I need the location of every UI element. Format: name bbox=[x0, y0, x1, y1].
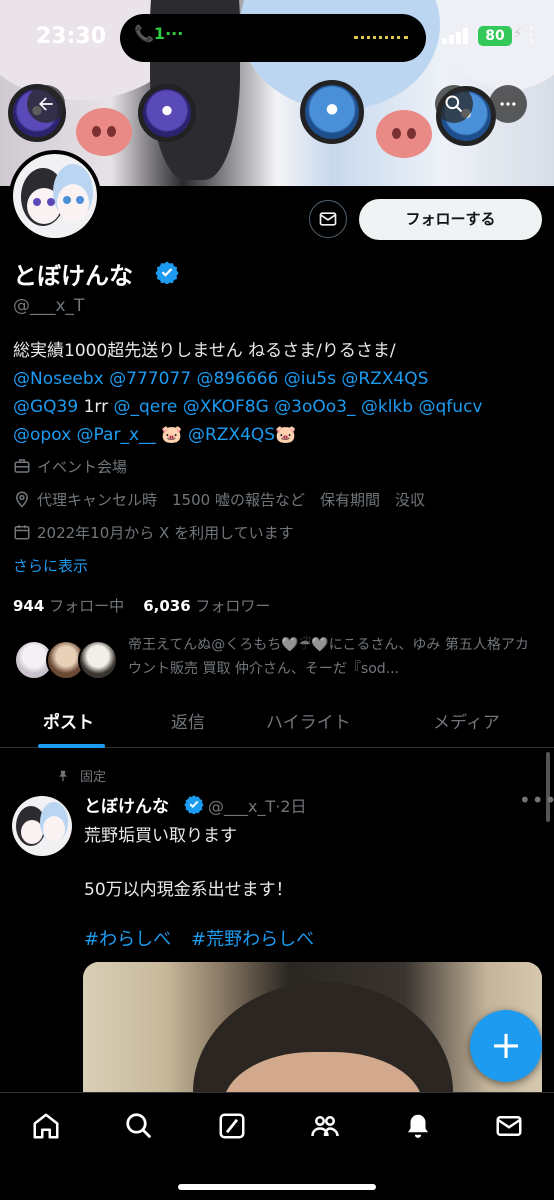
bio-mention-link[interactable]: @777077 bbox=[109, 369, 191, 389]
pig-emoji: 🐷 bbox=[275, 425, 297, 445]
profile-handle: @___x_T bbox=[13, 296, 85, 316]
compose-button[interactable]: + bbox=[470, 1010, 542, 1082]
post-author-meta: @___x_T·2日 bbox=[208, 797, 307, 816]
bio-mention-link[interactable]: @qfucv bbox=[419, 397, 483, 417]
bio-mention-link[interactable]: @opox bbox=[13, 425, 71, 445]
call-indicator: 📞1··· bbox=[134, 24, 184, 43]
avatar-face-skin bbox=[57, 184, 89, 222]
bio-mention-link[interactable]: @RZX4QS bbox=[341, 369, 428, 389]
pig-nose-icon bbox=[376, 110, 432, 158]
banner-eye bbox=[138, 84, 196, 142]
active-tab-indicator bbox=[38, 744, 105, 748]
bio-line: @Noseebx @777077 @896666 @iu5s @RZX4QS bbox=[13, 365, 548, 393]
home-indicator[interactable] bbox=[178, 1184, 376, 1190]
post-author-avatar[interactable] bbox=[12, 796, 72, 856]
profile-location: 代理キャンセル時 1500 嘘の報告など 保有期間 没収 bbox=[13, 489, 425, 510]
battery-indicator: 80 bbox=[478, 26, 512, 46]
pig-emoji: 🐷 bbox=[161, 425, 183, 445]
tab-media[interactable]: メディア bbox=[433, 708, 500, 733]
followers-link[interactable]: 6,036 フォロワー bbox=[143, 597, 270, 615]
home-icon[interactable] bbox=[31, 1111, 61, 1141]
profile-bio: 総実績1000超先送りしません ねるさま/りるさま/ @Noseebx @777… bbox=[13, 337, 548, 449]
briefcase-icon bbox=[14, 459, 30, 473]
post-author-name[interactable]: とぼけんな bbox=[84, 792, 169, 817]
mail-icon[interactable] bbox=[494, 1111, 524, 1141]
plus-icon: + bbox=[490, 1023, 522, 1067]
more-horizontal-icon bbox=[500, 102, 516, 106]
bio-mention-link[interactable]: @896666 bbox=[196, 369, 278, 389]
mail-icon bbox=[319, 212, 337, 226]
bio-line: @GQ39 1rr @_qere @XKOF8G @3oOo3_ @klkb @… bbox=[13, 393, 548, 421]
audio-wave-icon bbox=[354, 36, 408, 40]
pin-icon bbox=[58, 770, 68, 782]
dynamic-island[interactable]: 📞1··· bbox=[120, 14, 426, 62]
verified-badge-icon bbox=[184, 795, 204, 814]
bio-line: 総実績1000超先送りしません ねるさま/りるさま/ bbox=[13, 341, 396, 361]
communities-icon[interactable] bbox=[310, 1111, 340, 1141]
bio-mention-link[interactable]: @3oOo3_ bbox=[274, 397, 355, 417]
pinned-label: 固定 bbox=[56, 766, 106, 785]
search-icon bbox=[445, 95, 463, 113]
hashtag-link[interactable]: #荒野わらしべ bbox=[191, 925, 314, 951]
tab-replies[interactable]: 返信 bbox=[171, 708, 205, 733]
status-time: 23:30 bbox=[36, 24, 107, 49]
followed-by-text[interactable]: 帝王えてんぬ@くろもち🩶☔🩶にこるさん、ゆみ 第五人格アカウント販売 買取 仲介… bbox=[128, 633, 540, 681]
location-pin-icon bbox=[15, 491, 29, 508]
profile-joined: 2022年10月から X を利用しています bbox=[13, 522, 294, 543]
search-icon[interactable] bbox=[124, 1111, 154, 1141]
status-bar: 23:30 📞1··· 80 ⚡ ⋮ bbox=[0, 0, 554, 70]
tab-posts[interactable]: ポスト bbox=[43, 708, 94, 733]
post-text-line: 50万以内現金系出せます！ bbox=[84, 880, 293, 900]
bio-mention-link[interactable]: @GQ39 bbox=[13, 397, 78, 417]
bio-mention-link[interactable]: @XKOF8G bbox=[183, 397, 269, 417]
message-button[interactable] bbox=[309, 200, 347, 238]
show-more-link[interactable]: さらに表示 bbox=[13, 555, 88, 576]
profile-category: イベント会場 bbox=[13, 456, 127, 477]
back-button[interactable] bbox=[27, 85, 65, 123]
wifi-icon: ⋮ bbox=[522, 24, 540, 45]
following-link[interactable]: 944 フォロー中 bbox=[13, 597, 124, 615]
pig-nose-icon bbox=[76, 108, 132, 156]
profile-tabs: ポスト 返信 ハイライト メディア bbox=[0, 700, 554, 748]
bio-mention-link[interactable]: @iu5s bbox=[284, 369, 336, 389]
post-more-icon[interactable]: ••• bbox=[519, 788, 554, 812]
hashtag-link[interactable]: #わらしべ bbox=[84, 925, 171, 951]
bio-mention-link[interactable]: @Noseebx bbox=[13, 369, 104, 389]
profile-display-name: とぼけんな bbox=[13, 262, 133, 290]
calendar-icon bbox=[14, 525, 30, 540]
bio-text: 1rr bbox=[83, 397, 109, 417]
bio-mention-link[interactable]: @klkb bbox=[361, 397, 413, 417]
profile-avatar[interactable] bbox=[9, 150, 101, 242]
banner-eye bbox=[300, 80, 364, 144]
follow-stats: 944 フォロー中 6,036 フォロワー bbox=[13, 595, 270, 616]
search-button[interactable] bbox=[435, 85, 473, 123]
arrow-left-icon bbox=[39, 97, 53, 111]
more-button[interactable] bbox=[489, 85, 527, 123]
bio-mention-link[interactable]: @RZX4QS bbox=[188, 425, 275, 445]
avatar bbox=[78, 640, 118, 680]
followed-by-avatars[interactable] bbox=[14, 638, 118, 682]
verified-badge-icon bbox=[155, 261, 179, 284]
post-text-line: 荒野垢買い取ります bbox=[84, 826, 237, 846]
bell-icon[interactable] bbox=[403, 1111, 433, 1141]
tab-highlights[interactable]: ハイライト bbox=[266, 708, 351, 733]
bio-mention-link[interactable]: @_qere bbox=[114, 397, 178, 417]
grok-icon[interactable] bbox=[217, 1111, 247, 1141]
bio-line: @opox @Par_x__ 🐷 @RZX4QS🐷 bbox=[13, 421, 548, 449]
follow-button[interactable]: フォローする bbox=[359, 199, 542, 240]
phone-icon: 📞 bbox=[134, 24, 154, 43]
signal-icon bbox=[442, 28, 470, 44]
bio-mention-link[interactable]: @Par_x__ bbox=[77, 425, 156, 445]
